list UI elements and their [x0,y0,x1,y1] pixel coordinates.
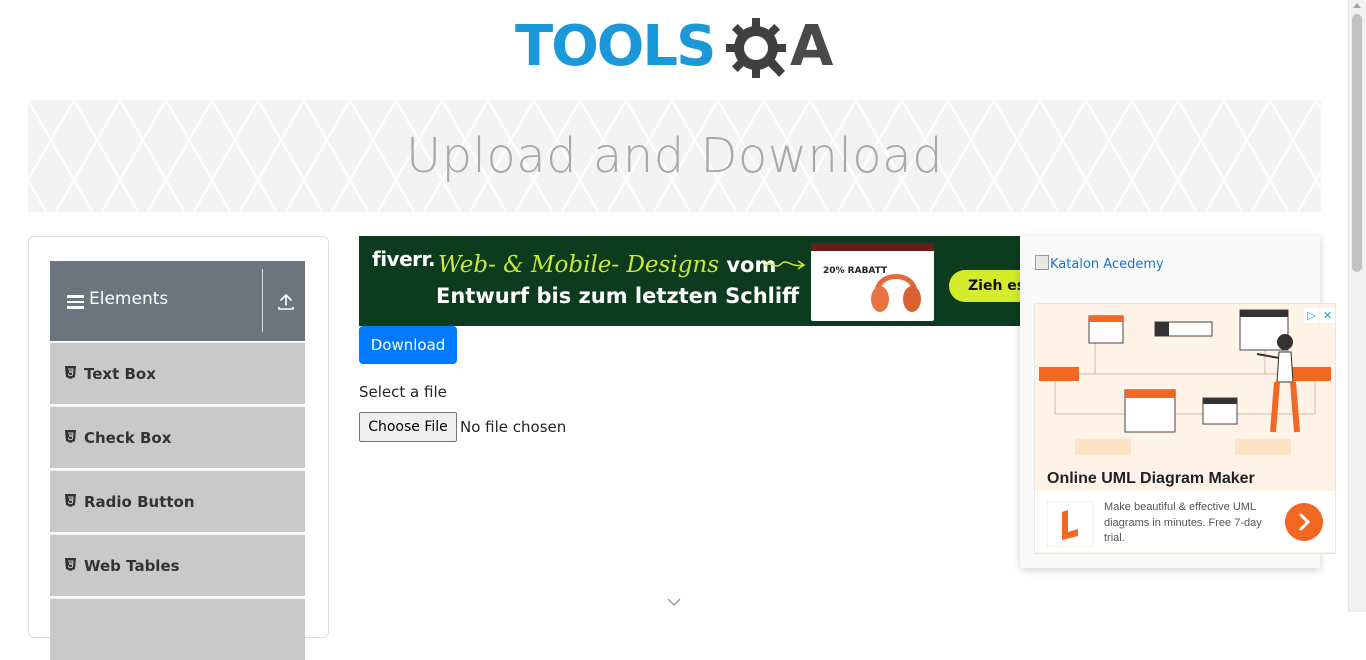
katalon-academy-image[interactable]: Katalon Acedemy [1035,255,1164,272]
sidebar-group-elements[interactable]: Elements [50,261,305,341]
uml-ad-body: Make beautiful & effective UML diagrams … [1035,491,1335,552]
sidebar: Elements Text Box Check Box Radio Button… [28,236,329,660]
download-button[interactable]: Download [359,326,457,364]
broken-image-alt-text: Katalon Acedemy [1050,257,1164,272]
hamburger-icon [67,295,84,309]
sidebar-group-title: Elements [89,289,169,309]
mockup-header-bar [811,243,934,251]
ad-close-icon[interactable]: ✕ [1320,308,1335,323]
ad-headline-1-text: Web- & Mobile- Designs [438,252,720,278]
sidebar-item-radio-button[interactable]: Radio Button [50,470,305,532]
sidebar-item-label: Text Box [84,365,156,383]
page-banner: Upload and Download [28,100,1321,212]
toolsqa-logo[interactable]: TOOLS A [515,15,845,90]
ad-headline-1: Web- & Mobile- Designs vom [438,252,776,278]
scrollbar-thumb[interactable] [1352,14,1362,272]
ad-headline-2: Entwurf bis zum letzten Schliff [436,284,800,308]
sidebar-item-label: Check Box [84,429,172,447]
fiverr-ad-banner[interactable]: fiverr. Web- & Mobile- Designs vom Entwu… [359,236,1020,326]
html5-icon [65,430,76,443]
chevron-right-icon[interactable] [1285,503,1323,541]
logo-text: TOOLS [515,14,716,79]
choose-file-button[interactable]: Choose File [359,412,457,442]
ad-choices-icon[interactable]: ▷ [1304,308,1319,323]
ad-cta-button[interactable]: Zieh es d [949,270,1020,302]
right-ad-panel[interactable]: Katalon Acedemy ▷ ✕ Online UML Diagram M… [1020,236,1336,568]
page-scrollbar[interactable] [1348,0,1366,612]
sidebar-item-label: Radio Button [84,493,195,511]
sidebar-item-label: Web Tables [84,557,180,575]
sidebar-item-next[interactable] [50,598,305,660]
html5-icon [65,494,76,507]
uml-ad-description: Make beautiful & effective UML diagrams … [1104,501,1262,544]
headphones-icon [871,274,921,312]
broken-image-icon [1035,255,1049,270]
chevron-down-icon[interactable] [667,598,681,607]
uml-ad-title[interactable]: Online UML Diagram Maker [1047,470,1255,488]
select-file-label: Select a file [359,383,447,401]
html5-icon [65,366,76,379]
lucidchart-logo-icon [1047,501,1093,547]
file-status-text: No file chosen [460,418,567,436]
ad-product-mockup: 20% RABATT [811,243,934,321]
ad-badges: ▷ ✕ [1303,304,1335,323]
fiverr-logo: fiverr. [372,247,436,271]
header-divider [262,269,263,332]
logo-text-a: A [790,14,834,79]
uml-diagram-illustration [1035,304,1335,460]
sidebar-item-text-box[interactable]: Text Box [50,342,305,404]
page-title: Upload and Download [405,128,944,184]
collapse-up-icon[interactable] [278,293,294,311]
sidebar-item-check-box[interactable]: Check Box [50,406,305,468]
gear-magnifier-icon [726,18,786,78]
scroll-up-arrow-icon[interactable] [1353,3,1361,8]
uml-ad-card[interactable]: ▷ ✕ Online UML Diagram Maker Make beautif… [1034,303,1336,554]
sidebar-item-web-tables[interactable]: Web Tables [50,534,305,596]
html5-icon [65,558,76,571]
squiggle-arrow-icon [764,260,806,270]
